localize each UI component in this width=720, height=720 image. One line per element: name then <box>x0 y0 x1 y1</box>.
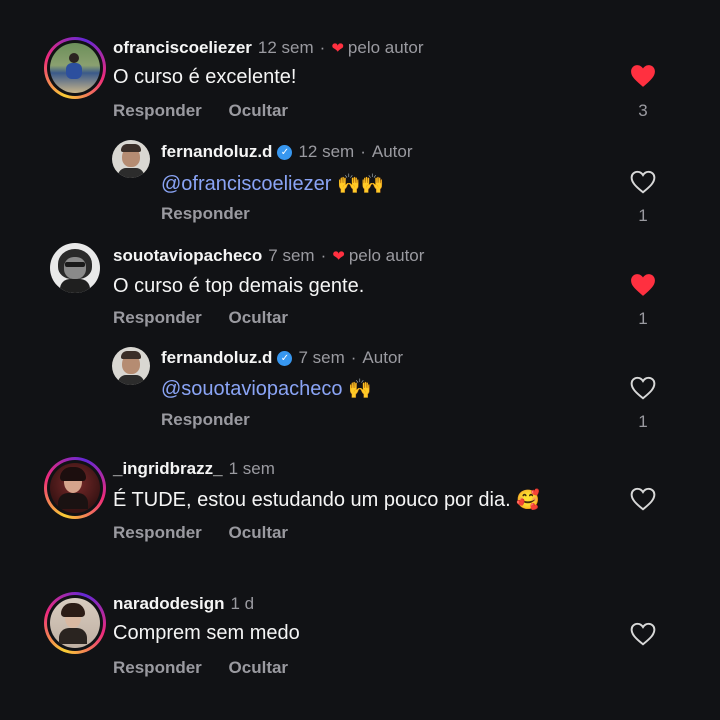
reply-text: @souotaviopacheco 🙌 <box>161 377 372 401</box>
reply-button[interactable]: Responder <box>113 101 202 120</box>
username[interactable]: souotaviopacheco <box>113 246 262 266</box>
like-count: 1 <box>638 309 648 328</box>
timestamp: 1 d <box>230 594 255 613</box>
author-label: Autor <box>362 348 404 367</box>
verified-badge-icon: ✓ <box>277 350 293 366</box>
timestamp: 12 sem <box>257 38 314 57</box>
author-label: Autor <box>371 142 413 161</box>
liked-by-author-label: pelo autor <box>348 246 425 265</box>
comment-text: É TUDE, estou estudando um pouco por dia… <box>113 488 540 512</box>
username[interactable]: fernandoluz.d <box>161 348 272 368</box>
comment-text: O curso é top demais gente. <box>113 275 365 297</box>
comment-actions: Responder Ocultar <box>113 308 310 328</box>
reply-header: fernandoluz.d ✓ 7 sem · Autor <box>161 348 403 368</box>
reply-button[interactable]: Responder <box>161 410 250 429</box>
reply-text: @ofranciscoeliezer 🙌🙌 <box>161 172 384 196</box>
hide-button[interactable]: Ocultar <box>229 101 289 120</box>
comment-actions: Responder Ocultar <box>113 523 310 543</box>
avatar[interactable] <box>50 243 100 293</box>
liked-by-author-heart-icon: ❤ <box>331 40 344 57</box>
separator-dot: · <box>319 38 326 57</box>
comment-header: naradodesign 1 d <box>113 594 254 614</box>
like-count: 3 <box>638 101 648 120</box>
timestamp: 7 sem <box>268 246 315 265</box>
avatar[interactable] <box>44 592 106 654</box>
avatar[interactable] <box>44 457 106 519</box>
raised-hands-emoji: 🙌🙌 <box>336 174 385 195</box>
liked-by-author-heart-icon: ❤ <box>332 248 345 265</box>
reply-button[interactable]: Responder <box>161 204 250 223</box>
mention-link[interactable]: @ofranciscoeliezer <box>161 173 331 195</box>
heart-outline-icon[interactable] <box>630 376 656 400</box>
heart-outline-icon[interactable] <box>630 170 656 194</box>
like-count: 1 <box>638 206 648 225</box>
heart-filled-icon[interactable] <box>630 273 656 297</box>
username[interactable]: _ingridbrazz_ <box>113 459 223 479</box>
comment-text: O curso é excelente! <box>113 66 297 88</box>
comment-header: ofranciscoeliezer 12 sem · ❤ pelo autor <box>113 38 424 58</box>
verified-badge-icon: ✓ <box>277 144 293 160</box>
smiling-face-hearts-emoji: 🥰 <box>516 490 540 511</box>
heart-outline-icon[interactable] <box>630 622 656 646</box>
comment-text-body: É TUDE, estou estudando um pouco por dia… <box>113 489 511 511</box>
like-count: 1 <box>638 412 648 431</box>
liked-by-author-label: pelo autor <box>347 38 424 57</box>
timestamp: 7 sem <box>298 348 345 367</box>
timestamp: 1 sem <box>228 459 275 478</box>
reply-header: fernandoluz.d ✓ 12 sem · Autor <box>161 142 413 162</box>
avatar[interactable] <box>44 37 106 99</box>
avatar[interactable] <box>112 347 150 385</box>
hide-button[interactable]: Ocultar <box>229 658 289 677</box>
separator-dot: · <box>350 348 357 367</box>
timestamp: 12 sem <box>298 142 355 161</box>
reply-button[interactable]: Responder <box>113 308 202 327</box>
hide-button[interactable]: Ocultar <box>229 523 289 542</box>
username[interactable]: fernandoluz.d <box>161 142 272 162</box>
comment-text: Comprem sem medo <box>113 622 300 644</box>
reply-button[interactable]: Responder <box>113 523 202 542</box>
separator-dot: · <box>360 142 366 161</box>
mention-link[interactable]: @souotaviopacheco <box>161 378 343 400</box>
separator-dot: · <box>320 246 327 265</box>
raised-hands-emoji: 🙌 <box>348 379 372 400</box>
hide-button[interactable]: Ocultar <box>229 308 289 327</box>
heart-filled-icon[interactable] <box>630 64 656 88</box>
comment-header: _ingridbrazz_ 1 sem <box>113 459 275 479</box>
comment-actions: Responder Ocultar <box>113 101 310 121</box>
comment-header: souotaviopacheco 7 sem · ❤ pelo autor <box>113 246 424 266</box>
username[interactable]: naradodesign <box>113 594 224 614</box>
heart-outline-icon[interactable] <box>630 487 656 511</box>
reply-button[interactable]: Responder <box>113 658 202 677</box>
reply-actions: Responder <box>161 204 272 224</box>
reply-actions: Responder <box>161 410 272 430</box>
comment-actions: Responder Ocultar <box>113 658 310 678</box>
avatar[interactable] <box>112 140 150 178</box>
username[interactable]: ofranciscoeliezer <box>113 38 252 58</box>
